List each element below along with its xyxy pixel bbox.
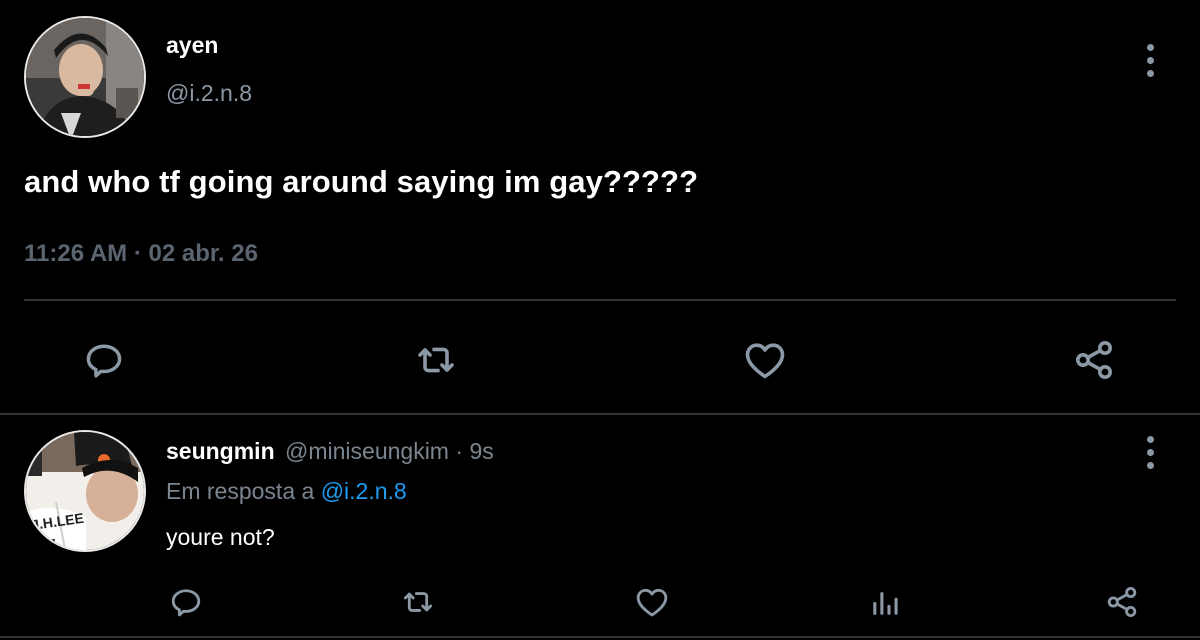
tweet-time: 11:26 AM: [24, 240, 128, 267]
timestamp-separator: ·: [133, 240, 142, 267]
author-display-name[interactable]: ayen: [166, 32, 218, 59]
share-icon[interactable]: [1068, 334, 1120, 386]
reply-to-link[interactable]: @i.2.n.8: [321, 478, 407, 504]
reply-context: Em resposta a @i.2.n.8: [166, 478, 407, 505]
like-icon[interactable]: [630, 580, 674, 624]
tweet-text: and who tf going around saying im gay???…: [24, 164, 699, 199]
reply-display-name[interactable]: seungmin: [166, 438, 275, 464]
share-icon[interactable]: [1100, 580, 1144, 624]
analytics-icon[interactable]: [864, 580, 908, 624]
profile-photo: [26, 18, 144, 136]
like-icon[interactable]: [739, 334, 791, 386]
divider: [24, 299, 1176, 301]
more-options-icon[interactable]: [1140, 40, 1160, 80]
tweet-date: 02 abr. 26: [148, 240, 258, 267]
header-separator: ·: [455, 438, 464, 464]
more-options-icon[interactable]: [1140, 432, 1160, 472]
divider: [0, 636, 1200, 638]
divider: [0, 413, 1200, 415]
author-avatar[interactable]: [24, 16, 146, 138]
reply-prefix: Em resposta a: [166, 478, 315, 504]
tweet-timestamp: 11:26 AM · 02 abr. 26: [24, 240, 258, 268]
reply-header: seungmin @miniseungkim · 9s: [166, 438, 494, 465]
svg-text:51: 51: [40, 537, 58, 552]
profile-photo: J.H.LEE 51: [26, 432, 144, 552]
retweet-icon[interactable]: [410, 334, 462, 386]
reply-age[interactable]: 9s: [469, 438, 493, 464]
reply-text: youre not?: [166, 524, 275, 550]
reply-icon[interactable]: [78, 334, 130, 386]
retweet-icon[interactable]: [396, 580, 440, 624]
reply-author-avatar[interactable]: J.H.LEE 51: [24, 430, 146, 552]
author-handle[interactable]: @i.2.n.8: [166, 80, 252, 107]
reply-icon[interactable]: [164, 580, 208, 624]
reply-handle[interactable]: @miniseungkim: [285, 438, 449, 464]
